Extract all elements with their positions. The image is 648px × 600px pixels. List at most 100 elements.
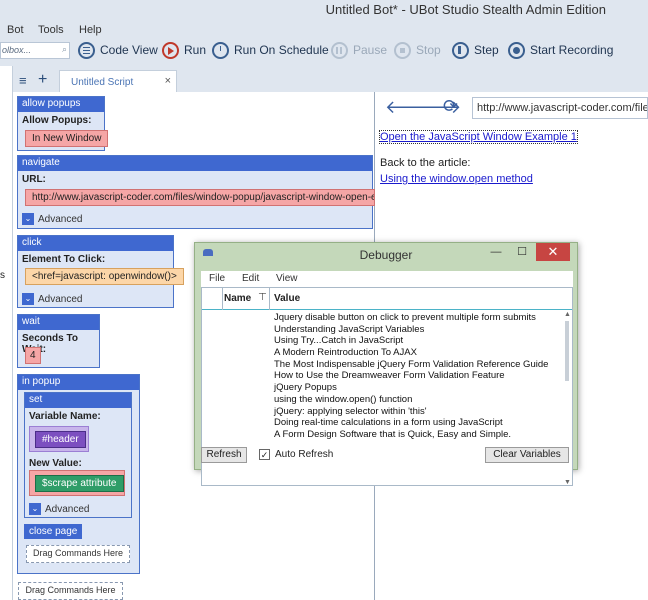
command-header: allow popups — [18, 97, 104, 112]
seconds-value[interactable]: 4 — [25, 347, 41, 364]
drag-commands-zone-inner[interactable]: Drag Commands Here — [26, 545, 130, 563]
window-open-method-link[interactable]: Using the window.open method — [380, 173, 533, 185]
debugger-title-bar[interactable]: Debugger — ☐ ✕ — [195, 243, 577, 265]
table-row[interactable]: Jquery disable button on click to preven… — [274, 312, 564, 324]
filter-icon[interactable]: ⊤ — [258, 292, 267, 303]
scrollbar-thumb[interactable] — [565, 321, 569, 381]
command-header: in popup — [18, 375, 139, 390]
value-list: Jquery disable button on click to preven… — [274, 312, 564, 441]
chevron-down-icon: ⌄ — [29, 503, 41, 515]
search-icon: ⌕ — [61, 44, 67, 54]
table-row[interactable]: A Form Design Software that is Quick, Ea… — [274, 429, 564, 441]
scroll-down-icon[interactable]: ▼ — [564, 479, 571, 486]
close-page-command[interactable]: close page — [24, 524, 83, 539]
script-tabs-bar: ≡ + Untitled Script × — [13, 68, 373, 92]
add-tab-icon[interactable]: + — [38, 71, 47, 89]
title-bar: Untitled Bot* - UBot Studio Stealth Admi… — [0, 0, 648, 22]
debugger-menu-file[interactable]: File — [209, 273, 225, 284]
minimize-icon[interactable]: — — [485, 243, 507, 261]
allow-popups-command[interactable]: allow popups Allow Popups: In New Window — [17, 96, 109, 151]
field-label: New Value: — [29, 458, 82, 469]
allow-popups-value[interactable]: In New Window — [25, 130, 109, 147]
step-label: Step — [474, 43, 499, 57]
clear-variables-button[interactable]: Clear Variables — [485, 447, 569, 463]
debugger-menu-view[interactable]: View — [276, 273, 298, 284]
tab-menu-icon[interactable]: ≡ — [19, 73, 27, 88]
start-recording-button[interactable]: Start Recording — [508, 39, 613, 61]
scroll-up-icon[interactable]: ▲ — [564, 311, 571, 318]
toolbar: olbox... ⌕ Code View Run Run On Schedule… — [0, 36, 648, 66]
command-header: click — [18, 236, 173, 251]
chevron-down-icon: ⌄ — [22, 213, 34, 225]
in-popup-command[interactable]: in popup set Variable Name: #header New … — [17, 374, 140, 574]
pause-button[interactable]: Pause — [331, 39, 387, 61]
debugger-footer: Refresh ✓ Auto Refresh Clear Variables — [201, 445, 573, 465]
menu-bot[interactable]: Bot — [7, 24, 24, 36]
advanced-label: Advanced — [38, 213, 83, 225]
table-row[interactable]: Using Try...Catch in JavaScript — [274, 335, 564, 347]
auto-refresh-checkbox[interactable]: ✓ — [259, 449, 270, 460]
close-icon[interactable]: × — [165, 75, 171, 87]
new-value-function[interactable]: $scrape attribute — [35, 475, 124, 492]
variable-name-value[interactable]: #header — [35, 431, 86, 448]
field-label: Element To Click: — [22, 254, 106, 265]
table-row[interactable]: jQuery Popups — [274, 382, 564, 394]
run-on-schedule-label: Run On Schedule — [234, 43, 329, 57]
table-header: Name ⊤ Value — [202, 288, 572, 310]
stop-icon — [394, 41, 411, 59]
refresh-button[interactable]: Refresh — [201, 447, 247, 463]
advanced-label: Advanced — [45, 503, 90, 515]
set-command[interactable]: set Variable Name: #header New Value: $s… — [24, 392, 132, 518]
url-value[interactable]: http://www.javascript-coder.com/files/wi… — [25, 189, 375, 206]
table-row[interactable]: jQuery: applying selector within 'this' — [274, 406, 564, 418]
stop-button[interactable]: Stop — [394, 39, 441, 61]
command-header: wait — [18, 315, 99, 330]
click-command[interactable]: click Element To Click: <href=javascript… — [17, 235, 184, 308]
open-window-link[interactable]: Open the JavaScript Window Example 1 — [379, 130, 578, 144]
table-row[interactable]: How to Use the Dreamweaver Form Validati… — [274, 370, 564, 382]
back-to-article-text: Back to the article: — [380, 157, 471, 169]
menu-help[interactable]: Help — [79, 24, 102, 36]
variable-name-container: #header — [29, 426, 89, 452]
run-label: Run — [184, 43, 207, 57]
window-title: Untitled Bot* - UBot Studio Stealth Admi… — [325, 2, 606, 17]
column-divider — [222, 288, 223, 310]
step-button[interactable]: Step — [452, 39, 499, 61]
auto-refresh-label: Auto Refresh — [275, 449, 334, 460]
table-row[interactable]: A Modern Reintroduction To AJAX — [274, 347, 564, 359]
advanced-toggle[interactable]: ⌄ Advanced — [22, 213, 82, 225]
table-row[interactable]: Understanding JavaScript Variables — [274, 324, 564, 336]
menu-tools[interactable]: Tools — [38, 24, 64, 36]
advanced-toggle[interactable]: ⌄ Advanced — [22, 293, 82, 305]
run-on-schedule-button[interactable]: Run On Schedule — [212, 39, 329, 61]
toolbox-panel-edge: s — [0, 66, 13, 600]
table-row[interactable]: using the window.open() function — [274, 394, 564, 406]
toolbox-search-input[interactable]: olbox... ⌕ — [0, 42, 70, 59]
element-to-click-value[interactable]: <href=javascript: openwindow()> — [25, 268, 184, 285]
start-recording-label: Start Recording — [530, 43, 614, 57]
column-divider — [269, 288, 270, 310]
drag-commands-zone[interactable]: Drag Commands Here — [18, 582, 123, 600]
code-view-icon — [78, 41, 95, 59]
debugger-menu-bar: File Edit View — [201, 271, 573, 287]
close-icon[interactable]: ✕ — [536, 243, 570, 261]
browser-url-input[interactable]: http://www.javascript-coder.com/files/wi… — [472, 97, 648, 119]
refresh-icon[interactable]: ⟳ — [443, 96, 458, 117]
pause-icon — [331, 41, 348, 59]
debugger-window[interactable]: Debugger — ☐ ✕ File Edit View Name ⊤ Val… — [194, 242, 578, 486]
wait-command[interactable]: wait Seconds To Wait: 4 — [17, 314, 100, 368]
tab-untitled-script[interactable]: Untitled Script × — [59, 70, 177, 92]
chevron-down-icon: ⌄ — [22, 293, 34, 305]
advanced-toggle[interactable]: ⌄ Advanced — [29, 503, 89, 515]
table-row[interactable]: The Most Indispensable jQuery Form Valid… — [274, 359, 564, 371]
run-button[interactable]: Run — [162, 39, 206, 61]
table-row[interactable]: Doing real-time calculations in a form u… — [274, 417, 564, 429]
maximize-icon[interactable]: ☐ — [511, 243, 533, 261]
navigate-command[interactable]: navigate URL: http://www.javascript-code… — [17, 155, 375, 229]
command-header: set — [25, 393, 131, 408]
column-header-name[interactable]: Name — [224, 293, 251, 304]
debugger-menu-edit[interactable]: Edit — [242, 273, 259, 284]
code-view-button[interactable]: Code View — [78, 39, 158, 61]
column-header-value[interactable]: Value — [274, 293, 300, 304]
stop-label: Stop — [416, 43, 441, 57]
